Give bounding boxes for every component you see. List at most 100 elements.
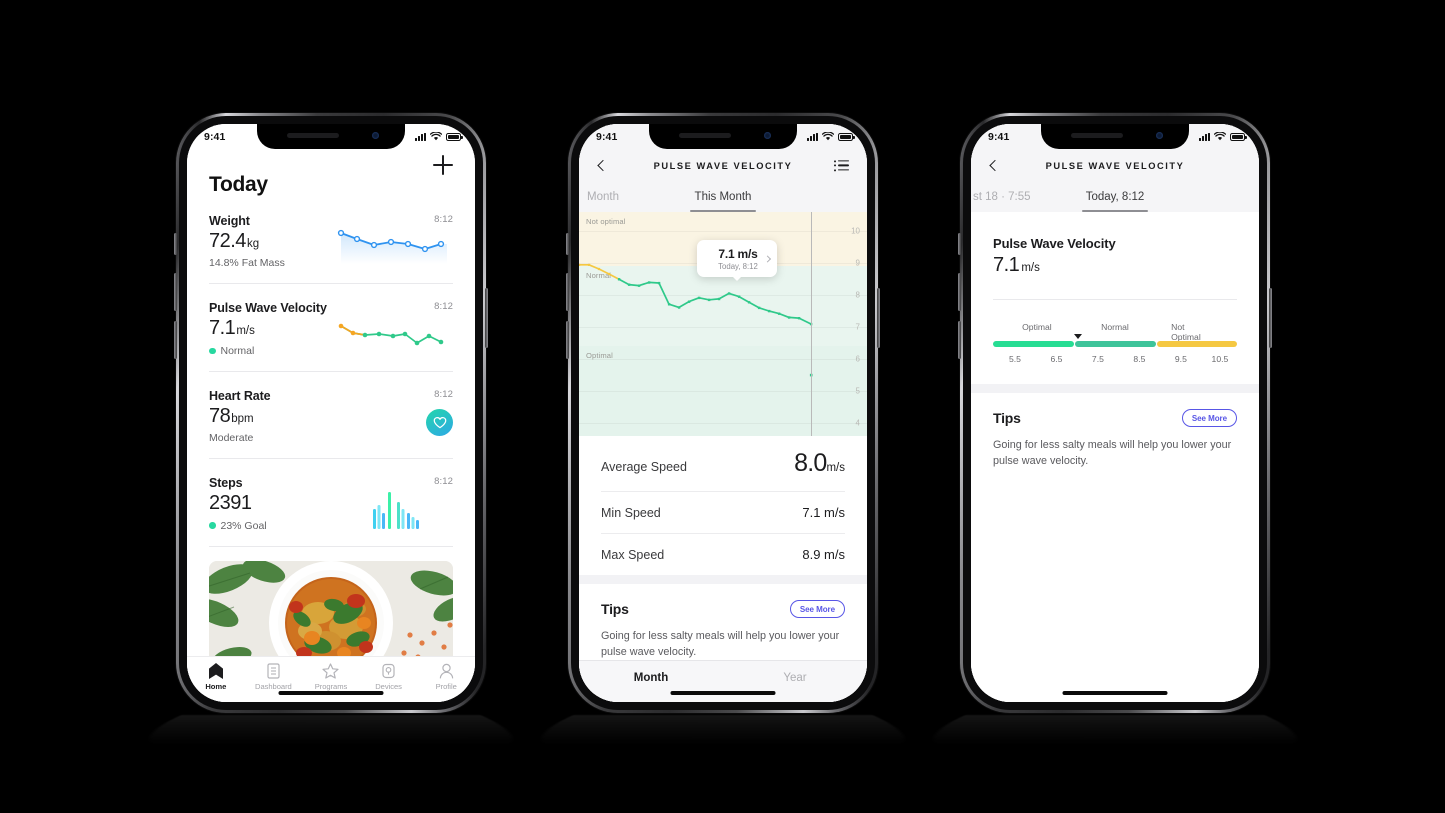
gauge-segment-normal bbox=[1075, 341, 1156, 347]
stat-row-max-speed: Max Speed 8.9 m/s bbox=[601, 534, 845, 575]
chevron-left-icon[interactable] bbox=[597, 161, 606, 170]
front-camera bbox=[764, 132, 771, 139]
metric-card-pulse-wave-velocity[interactable]: 8:12 Pulse Wave Velocity 7.1m/s Normal bbox=[209, 284, 453, 372]
tab-this-month[interactable]: This Month bbox=[695, 191, 752, 203]
tab-month[interactable]: Month bbox=[579, 661, 723, 702]
chevron-left-icon[interactable] bbox=[989, 161, 998, 170]
tooltip-time: Today, 8:12 bbox=[718, 262, 758, 271]
metric-value: 72.4 bbox=[209, 230, 246, 252]
list-icon[interactable] bbox=[833, 159, 849, 172]
silent-switch[interactable] bbox=[958, 233, 961, 255]
tab-year[interactable]: Year bbox=[723, 661, 867, 702]
metric-label: Steps bbox=[209, 476, 243, 491]
metric-sub: Moderate bbox=[209, 432, 254, 445]
metric-label: Pulse Wave Velocity bbox=[209, 301, 327, 316]
status-time: 9:41 bbox=[988, 130, 1010, 143]
page-title: Today bbox=[209, 173, 268, 196]
home-indicator bbox=[1062, 690, 1168, 695]
phone-1-screen: 9:41 Today 8:12 Weight 72.4kg 14.8% Fat … bbox=[187, 124, 475, 702]
sidebar-item-profile[interactable]: Profile bbox=[417, 662, 475, 691]
metric-label: Heart Rate bbox=[209, 388, 271, 403]
stat-value: 8.0 bbox=[794, 449, 827, 477]
chart-tooltip[interactable]: 7.1 m/s Today, 8:12 bbox=[697, 240, 777, 281]
tab-today[interactable]: Today, 8:12 bbox=[1086, 191, 1145, 203]
metric-card-heart-rate[interactable]: 8:12 Heart Rate 78bpm Moderate bbox=[209, 372, 453, 460]
status-dot bbox=[209, 347, 216, 355]
gauge-marker bbox=[1074, 334, 1083, 339]
volume-down-button[interactable] bbox=[566, 321, 569, 359]
volume-up-button[interactable] bbox=[566, 273, 569, 311]
gauge-zone-label: Normal bbox=[1101, 322, 1129, 332]
home-scroll-area[interactable]: Today 8:12 Weight 72.4kg 14.8% Fat Mass bbox=[187, 149, 475, 656]
phone-reflection bbox=[509, 715, 937, 747]
nav-header: PULSE WAVE VELOCITY bbox=[579, 149, 867, 182]
reading-value: 7.1 bbox=[993, 254, 1020, 276]
battery-icon bbox=[838, 132, 855, 141]
metric-card-weight[interactable]: 8:12 Weight 72.4kg 14.8% Fat Mass bbox=[209, 197, 453, 285]
battery-icon bbox=[446, 132, 463, 141]
pwv-line-chart[interactable]: Not optimal Normal Optimal 10 9 8 7 6 5 … bbox=[579, 212, 867, 436]
tooltip-arrow bbox=[733, 277, 741, 281]
metric-value: 78 bbox=[209, 404, 231, 427]
heart-icon bbox=[426, 409, 453, 437]
tab-month-prev[interactable]: Month bbox=[587, 191, 619, 203]
home-indicator bbox=[278, 690, 384, 695]
metric-card-steps[interactable]: 8:12 Steps 2391 23% Goal bbox=[209, 459, 453, 547]
phone-3-screen: 9:41 PULSE WAVE VELOCITY st 18 · 7:55 To… bbox=[971, 124, 1259, 702]
star-icon bbox=[322, 662, 340, 679]
silent-switch[interactable] bbox=[174, 233, 177, 255]
stat-label: Min Speed bbox=[601, 506, 661, 520]
volume-up-button[interactable] bbox=[174, 273, 177, 311]
notch bbox=[1041, 124, 1189, 149]
sidebar-item-home[interactable]: Home bbox=[187, 662, 245, 691]
add-measurement-button[interactable] bbox=[433, 155, 453, 175]
tab-previous-reading[interactable]: st 18 · 7:55 bbox=[973, 191, 1031, 203]
month-year-tabs: Month Year bbox=[579, 660, 867, 702]
segment-tabs: Month This Month bbox=[579, 182, 867, 212]
volume-down-button[interactable] bbox=[958, 321, 961, 359]
metric-unit: bpm bbox=[231, 412, 254, 425]
nav-header: PULSE WAVE VELOCITY bbox=[971, 149, 1259, 182]
meal-card-image[interactable] bbox=[209, 560, 453, 656]
tips-title: Tips bbox=[601, 601, 629, 617]
dashboard-icon bbox=[267, 662, 280, 679]
metric-sub: Normal bbox=[220, 344, 255, 357]
sidebar-item-dashboard[interactable]: Dashboard bbox=[245, 662, 303, 691]
power-button[interactable] bbox=[485, 288, 488, 348]
volume-up-button[interactable] bbox=[958, 273, 961, 311]
speed-stats-list: Average Speed 8.0m/s Min Speed 7.1 m/s M… bbox=[579, 436, 867, 575]
divider bbox=[993, 299, 1237, 300]
metric-time: 8:12 bbox=[434, 476, 453, 488]
see-more-button[interactable]: See More bbox=[789, 600, 845, 618]
gauge-tick: 7.5 bbox=[1091, 354, 1104, 364]
tab-active-underline bbox=[1082, 210, 1148, 212]
power-button[interactable] bbox=[877, 288, 880, 348]
steps-bar-chart bbox=[373, 491, 421, 534]
person-icon bbox=[439, 662, 454, 679]
wifi-icon bbox=[822, 132, 834, 141]
silent-switch[interactable] bbox=[566, 233, 569, 255]
gauge-tick: 6.5 bbox=[1050, 354, 1063, 364]
home-indicator bbox=[670, 690, 776, 695]
tips-section: Tips See More Going for less salty meals… bbox=[971, 393, 1259, 702]
stat-row-min-speed: Min Speed 7.1 m/s bbox=[601, 492, 845, 534]
cellular-bars-icon bbox=[1199, 132, 1210, 141]
gauge-zone-label: Not Optimal bbox=[1171, 322, 1201, 342]
power-button[interactable] bbox=[1269, 288, 1272, 348]
volume-down-button[interactable] bbox=[174, 321, 177, 359]
tab-label: Profile bbox=[435, 682, 457, 691]
phone-2-screen: 9:41 PULSE WAVE VELOCITY Month This Mont… bbox=[579, 124, 867, 702]
see-more-button[interactable]: See More bbox=[1181, 409, 1237, 427]
tips-title: Tips bbox=[993, 410, 1021, 426]
gauge-segment-not-optimal bbox=[1157, 341, 1237, 347]
sidebar-item-devices[interactable]: Devices bbox=[360, 662, 418, 691]
front-camera bbox=[372, 132, 379, 139]
stat-value: 8.9 m/s bbox=[802, 547, 845, 562]
tips-body: Going for less salty meals will help you… bbox=[601, 630, 840, 658]
cellular-bars-icon bbox=[807, 132, 818, 141]
metric-sub: 14.8% Fat Mass bbox=[209, 257, 285, 270]
earpiece-speaker bbox=[679, 133, 731, 138]
reading-label: Pulse Wave Velocity bbox=[993, 236, 1116, 251]
sidebar-item-programs[interactable]: Programs bbox=[302, 662, 360, 691]
reading-unit: m/s bbox=[1021, 262, 1040, 274]
